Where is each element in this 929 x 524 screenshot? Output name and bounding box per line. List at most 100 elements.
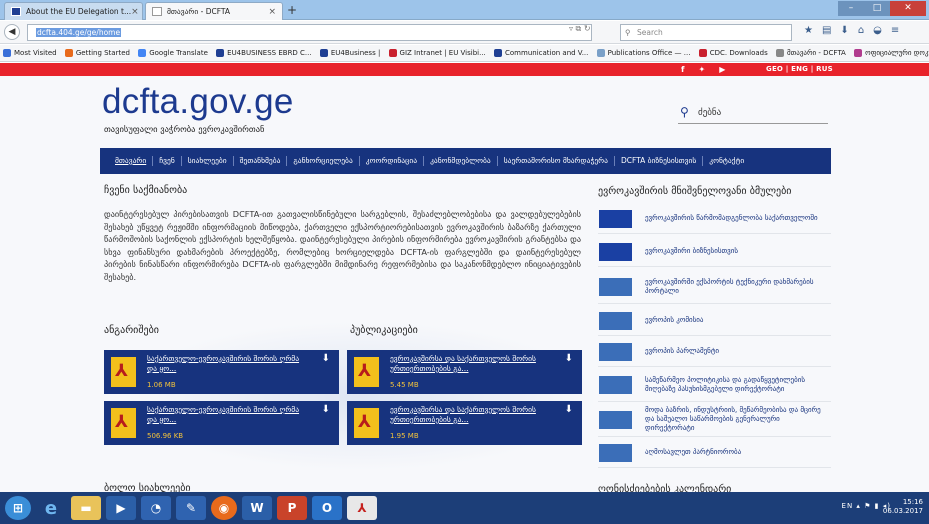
bookmark-item[interactable]: Getting Started [64,45,130,61]
eu-link-item[interactable]: ევროპის პარლამენტი [598,337,831,367]
tab-close-icon[interactable]: × [131,7,139,17]
bookmark-item[interactable]: Most Visited [3,45,57,61]
firefox-icon [64,49,73,57]
bookmark-item[interactable]: Communication and V... [494,45,588,61]
facebook-icon[interactable]: f [681,63,684,76]
navigation-toolbar: ◀ dcfta.404.ge/ge/home ▿ ⧉ ↻ ⚲ Search ★ … [0,21,929,44]
download-title[interactable]: ევროკავშირსა და საქართველოს შორის ურთიერ… [390,405,545,425]
search-placeholder: Search [637,28,663,37]
bookmark-item[interactable]: მთავარი - DCFTA [776,45,846,61]
search-icon: ⚲ [625,28,631,37]
eu-link-item[interactable]: ევროკავშირი ბიზნესისთვის [598,237,831,267]
home-icon[interactable]: ⌂ [858,25,864,36]
reload-icon[interactable]: ▿ ⧉ ↻ [569,24,591,34]
bookmark-item[interactable]: Publications Office — ... [596,45,690,61]
download-card[interactable]: ⅄ ევროკავშირსა და საქართველოს შორის ურთი… [347,401,582,445]
social-links: f ✦ ▶ [681,63,725,76]
nav-item-legislation[interactable]: კანონმდებლობა [424,156,498,166]
bookmark-item[interactable]: EU4BUSINESS EBRD C... [216,45,312,61]
download-title[interactable]: ევროკავშირსა და საქართველოს შორის ურთიერ… [390,354,545,374]
eu-flag-icon [319,49,328,57]
pdf-icon: ⅄ [111,408,136,438]
eu-link-item[interactable]: ევროპის კომისია [598,306,831,336]
language-switch[interactable]: GEO | ENG | RUS [766,63,833,76]
bookmark-item[interactable]: EU4Business | [319,45,380,61]
file-explorer-icon[interactable]: ▬ [71,496,101,520]
nav-item-home[interactable]: მთავარი [109,156,154,166]
download-title[interactable]: საქართველო-ევროკავშირის შორის ღრმა და ყო… [147,354,302,374]
download-card[interactable]: ⅄ საქართველო-ევროკავშირის შორის ღრმა და … [104,401,339,445]
back-button[interactable]: ◀ [4,24,20,40]
pdf-icon: ⅄ [354,408,379,438]
menu-icon[interactable]: ≡ [891,25,899,36]
nav-item-contact[interactable]: კონტაქტი [703,156,750,166]
download-title[interactable]: საქართველო-ევროკავშირის შორის ღრმა და ყო… [147,405,302,425]
download-icon[interactable]: ⬇ [565,404,573,415]
eu-link-item[interactable]: მოდა ბაზრის, ინდუსტრიის, მეწარმეობისა და… [598,403,831,437]
address-bar[interactable]: dcfta.404.ge/ge/home [27,24,592,41]
internet-explorer-icon[interactable]: e [36,496,66,520]
download-icon[interactable]: ⬇ [322,353,330,364]
site-logo[interactable]: dcfta.gov.ge [102,82,294,122]
downloads-icon[interactable]: ⬇ [840,25,848,36]
eu-link-item[interactable]: ევროკავშირში ექსპორტის ტექნიკური დახმარე… [598,270,831,304]
bookmark-item[interactable]: GIZ Intranet | EU Visibi... [388,45,486,61]
download-icon[interactable]: ⬇ [565,353,573,364]
eu-link-item[interactable]: ევროკავშირის წარმომადგენლობა საქართველოშ… [598,204,831,234]
link-thumbnail [599,277,632,296]
acrobat-icon[interactable]: ⅄ [347,496,377,520]
close-window-button[interactable]: ✕ [890,1,926,16]
word-icon[interactable]: W [242,496,272,520]
twitter-icon[interactable]: ✦ [698,63,705,76]
nav-item-about[interactable]: ჩვენ [153,156,182,166]
url-text: dcfta.404.ge/ge/home [36,28,122,37]
page-content: dcfta.gov.ge თავისუფალი ვაჭრობა ევროკავშ… [0,76,929,492]
pdf-icon: ⅄ [111,357,136,387]
pocket-icon[interactable]: ◒ [873,25,882,36]
download-icon[interactable]: ⬇ [322,404,330,415]
nav-item-news[interactable]: სიახლეები [182,156,234,166]
powerpoint-icon[interactable]: P [277,496,307,520]
download-card[interactable]: ⅄ ევროკავშირსა და საქართველოს შორის ურთი… [347,350,582,394]
minimize-button[interactable]: – [838,1,864,16]
eu-link-item[interactable]: აღმოსავლეთ პარტნიორობა [598,438,831,468]
bookmark-item[interactable]: ოფიციალური დოკუ... [854,45,929,61]
tab-dcfta[interactable]: მთავარი - DCFTA × [145,2,283,20]
new-tab-button[interactable]: + [287,3,297,17]
tool-icon[interactable]: ✎ [176,496,206,520]
bookmark-item[interactable]: CDC. Downloads [698,45,768,61]
outlook-icon[interactable]: O [312,496,342,520]
tab-eu-delegation[interactable]: About the EU Delegation t... × [4,2,143,20]
bookmark-star-icon[interactable]: ★ [804,25,813,36]
nav-item-business[interactable]: DCFTA ბიზნესისთვის [615,156,704,166]
download-card[interactable]: ⅄ საქართველო-ევროკავშირის შორის ღრმა და … [104,350,339,394]
toolbar-icons: ★ ▤ ⬇ ⌂ ◒ ≡ [804,25,899,36]
translate-icon [138,49,147,57]
maximize-button[interactable]: □ [864,1,890,16]
nav-item-coordination[interactable]: კოორდინაცია [360,156,425,166]
reading-list-icon[interactable]: ▤ [822,25,831,36]
page-icon [776,49,784,57]
file-size: 5.45 MB [390,381,419,389]
clock[interactable]: 15:16 06.03.2017 [883,498,923,516]
bookmark-item[interactable]: Google Translate [138,45,208,61]
start-button[interactable]: ⊞ [5,496,31,520]
events-heading: ღონისძიებების კალენდარი [598,484,831,492]
search-input[interactable]: ⚲ Search [620,24,792,41]
nav-item-agreement[interactable]: შეთანხმება [234,156,288,166]
media-player-icon[interactable]: ▶ [106,496,136,520]
tab-close-icon[interactable]: × [268,7,276,17]
firefox-icon[interactable]: ◉ [211,496,237,520]
nav-item-implementation[interactable]: განხორციელება [287,156,360,166]
eu-link-item[interactable]: სამეწარმეო პოლიტიკისა და გადაწყვეტილების… [598,368,831,402]
main-navigation: მთავარი ჩვენ სიახლეები შეთანხმება განხორ… [100,148,831,174]
app-icon[interactable]: ◔ [141,496,171,520]
reports-heading: ანგარიშები [104,325,304,336]
about-heading: ჩვენი საქმიანობა [104,185,581,196]
bookmarks-bar: Most Visited Getting Started Google Tran… [0,45,929,62]
site-search[interactable]: ⚲ ძებნა [678,104,828,124]
site-tagline: თავისუფალი ვაჭრობა ევროკავშირთან [104,125,265,135]
youtube-icon[interactable]: ▶ [719,63,725,76]
nav-item-support[interactable]: საერთაშორისო მხარდაჭერა [498,156,615,166]
eu-links-heading: ევროკავშირის მნიშვნელოვანი ბმულები [598,186,831,197]
